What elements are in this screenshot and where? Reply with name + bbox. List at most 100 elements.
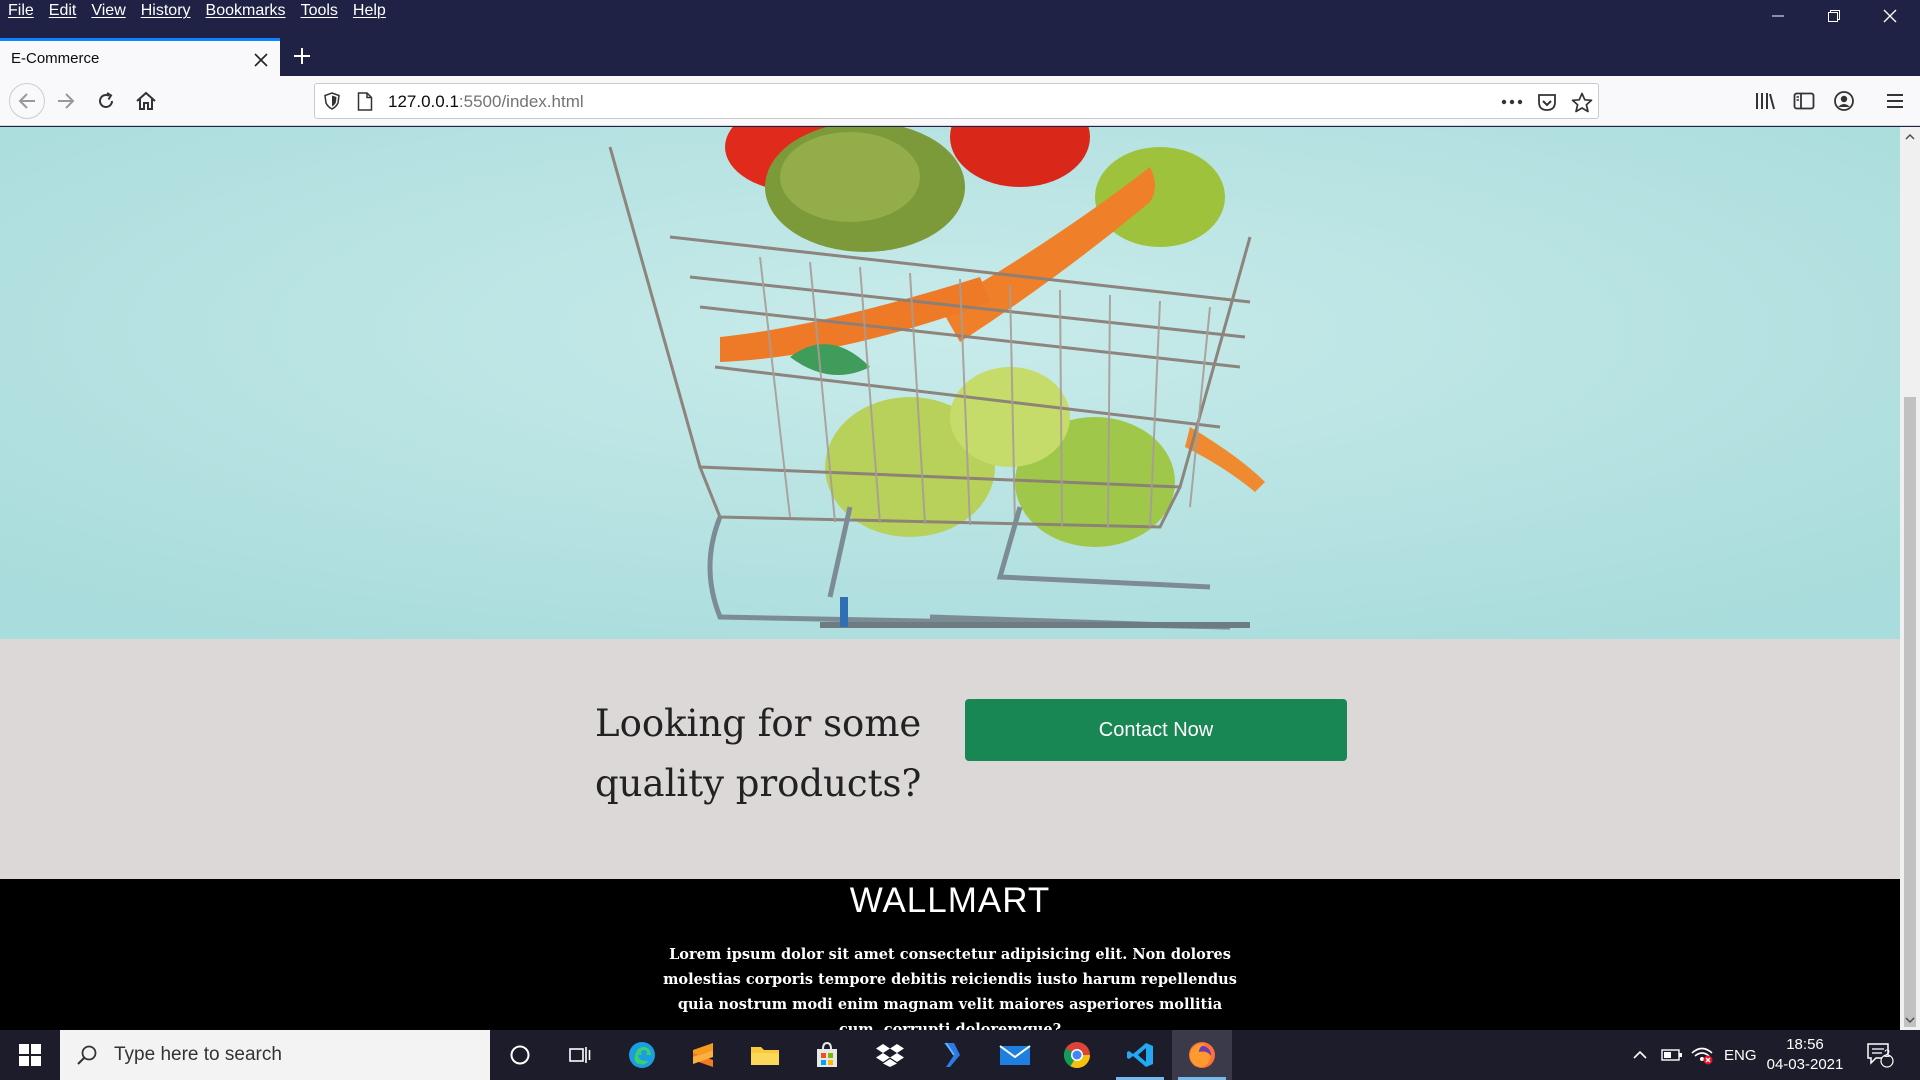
mail-icon (999, 1045, 1031, 1065)
tab-close-icon[interactable] (254, 46, 268, 73)
notification-count: 2 (1883, 1048, 1891, 1060)
arrow-left-icon (18, 93, 35, 109)
cta-heading: Looking for some quality products? (595, 702, 922, 805)
restore-button[interactable] (1806, 0, 1862, 32)
taskbar-search[interactable]: Type here to search (60, 1030, 490, 1080)
search-placeholder: Type here to search (114, 1044, 282, 1065)
clock[interactable]: 18:56 04-03-2021 (1760, 1035, 1850, 1075)
battery-icon (1661, 1049, 1682, 1061)
reload-button[interactable] (90, 85, 122, 117)
task-view-icon (569, 1047, 591, 1063)
clock-time: 18:56 (1786, 1036, 1824, 1053)
menu-help[interactable]: Help (353, 2, 386, 20)
power-automate-app[interactable] (922, 1030, 982, 1080)
url-text[interactable]: 127.0.0.1:5500/index.html (388, 92, 584, 112)
plus-icon (294, 48, 310, 64)
scroll-down-icon[interactable] (1900, 1010, 1920, 1030)
shield-icon[interactable] (324, 92, 340, 115)
pocket-icon (1538, 93, 1556, 111)
home-button[interactable] (130, 85, 162, 117)
footer-brand: WALLMART (849, 881, 1051, 920)
reload-icon (99, 92, 113, 108)
cta-section: Looking for some quality products? Conta… (0, 639, 1900, 879)
footer-description: Lorem ipsum dolor sit amet consectetur a… (663, 946, 1237, 1030)
url-bar[interactable]: 127.0.0.1:5500/index.html (314, 83, 1599, 119)
sidebar-button[interactable] (1788, 85, 1820, 117)
page-actions-button[interactable] (1499, 89, 1525, 115)
show-hidden-icons-button[interactable] (1632, 1030, 1648, 1080)
edge-app[interactable] (612, 1030, 672, 1080)
dropbox-app[interactable] (860, 1030, 920, 1080)
scroll-up-icon[interactable] (1900, 127, 1920, 147)
chevron-up-icon (1633, 1050, 1647, 1059)
chrome-app[interactable] (1047, 1030, 1107, 1080)
microsoft-store-app[interactable] (797, 1030, 857, 1080)
cortana-button[interactable] (490, 1030, 550, 1080)
start-button[interactable] (0, 1030, 60, 1080)
menu-edit[interactable]: Edit (49, 2, 77, 20)
new-tab-button[interactable] (286, 40, 318, 72)
star-icon (1571, 92, 1593, 112)
notification-center-button[interactable]: 2 (1866, 1030, 1894, 1080)
back-button[interactable] (9, 83, 45, 119)
library-icon (1756, 93, 1775, 110)
close-icon (1883, 9, 1897, 23)
sublime-text-app[interactable] (673, 1030, 733, 1080)
network-disconnected-icon (1691, 1047, 1713, 1065)
network-button[interactable] (1690, 1030, 1714, 1080)
store-icon (817, 1041, 837, 1067)
menu-view[interactable]: View (91, 2, 125, 20)
vertical-scrollbar[interactable] (1900, 127, 1920, 1030)
taskbar: Type here to search ENG 18:56 04-03-2021… (0, 1030, 1920, 1080)
folder-icon (751, 1047, 779, 1065)
tab-ecommerce[interactable]: E-Commerce (0, 38, 280, 76)
navigation-bar: 127.0.0.1:5500/index.html (0, 76, 1920, 126)
dropbox-icon (876, 1044, 904, 1067)
contact-now-button[interactable]: Contact Now (965, 699, 1347, 761)
file-explorer-app[interactable] (735, 1030, 795, 1080)
scrollbar-thumb[interactable] (1904, 397, 1916, 1027)
more-icon (1501, 99, 1523, 105)
clock-date: 04-03-2021 (1766, 1056, 1844, 1073)
menu-history[interactable]: History (141, 2, 191, 20)
account-button[interactable] (1828, 85, 1860, 117)
menu-file[interactable]: File (8, 2, 34, 20)
footer: WALLMART Lorem ipsum dolor sit amet cons… (0, 879, 1900, 1030)
tab-strip: E-Commerce (0, 38, 1920, 76)
search-icon (77, 1045, 97, 1065)
vscode-app[interactable] (1110, 1030, 1170, 1080)
menu-bar: File Edit View History Bookmarks Tools H… (0, 0, 1920, 25)
hamburger-icon (1887, 94, 1903, 108)
bookmark-button[interactable] (1569, 89, 1595, 115)
arrow-right-icon (58, 93, 75, 109)
close-window-button[interactable] (1862, 0, 1918, 32)
minimize-button[interactable] (1750, 0, 1806, 32)
sublime-icon (693, 1043, 713, 1067)
app-menu-button[interactable] (1879, 85, 1911, 117)
cortana-icon (510, 1045, 530, 1065)
url-path: :5500/index.html (458, 92, 584, 111)
menu-tools[interactable]: Tools (301, 2, 338, 20)
shopping-cart-illustration (0, 127, 1900, 639)
task-view-button[interactable] (550, 1030, 610, 1080)
account-icon (1834, 91, 1854, 111)
firefox-app[interactable] (1172, 1030, 1232, 1080)
windows-icon (19, 1044, 41, 1066)
hero-image (0, 127, 1900, 639)
page-icon[interactable] (357, 92, 373, 116)
language-indicator[interactable]: ENG (1724, 1030, 1757, 1080)
mail-app[interactable] (985, 1030, 1045, 1080)
firefox-icon (1189, 1042, 1215, 1068)
restore-icon (1828, 10, 1840, 22)
sidebar-icon (1793, 92, 1815, 110)
flow-icon (944, 1042, 960, 1067)
edge-icon (629, 1042, 655, 1068)
url-host: 127.0.0.1 (388, 92, 459, 111)
minimize-icon (1772, 15, 1784, 17)
battery-button[interactable] (1661, 1030, 1683, 1080)
forward-button[interactable] (50, 85, 82, 117)
pocket-button[interactable] (1534, 89, 1560, 115)
chrome-icon (1063, 1042, 1091, 1069)
menu-bookmarks[interactable]: Bookmarks (206, 2, 286, 20)
library-button[interactable] (1749, 85, 1781, 117)
